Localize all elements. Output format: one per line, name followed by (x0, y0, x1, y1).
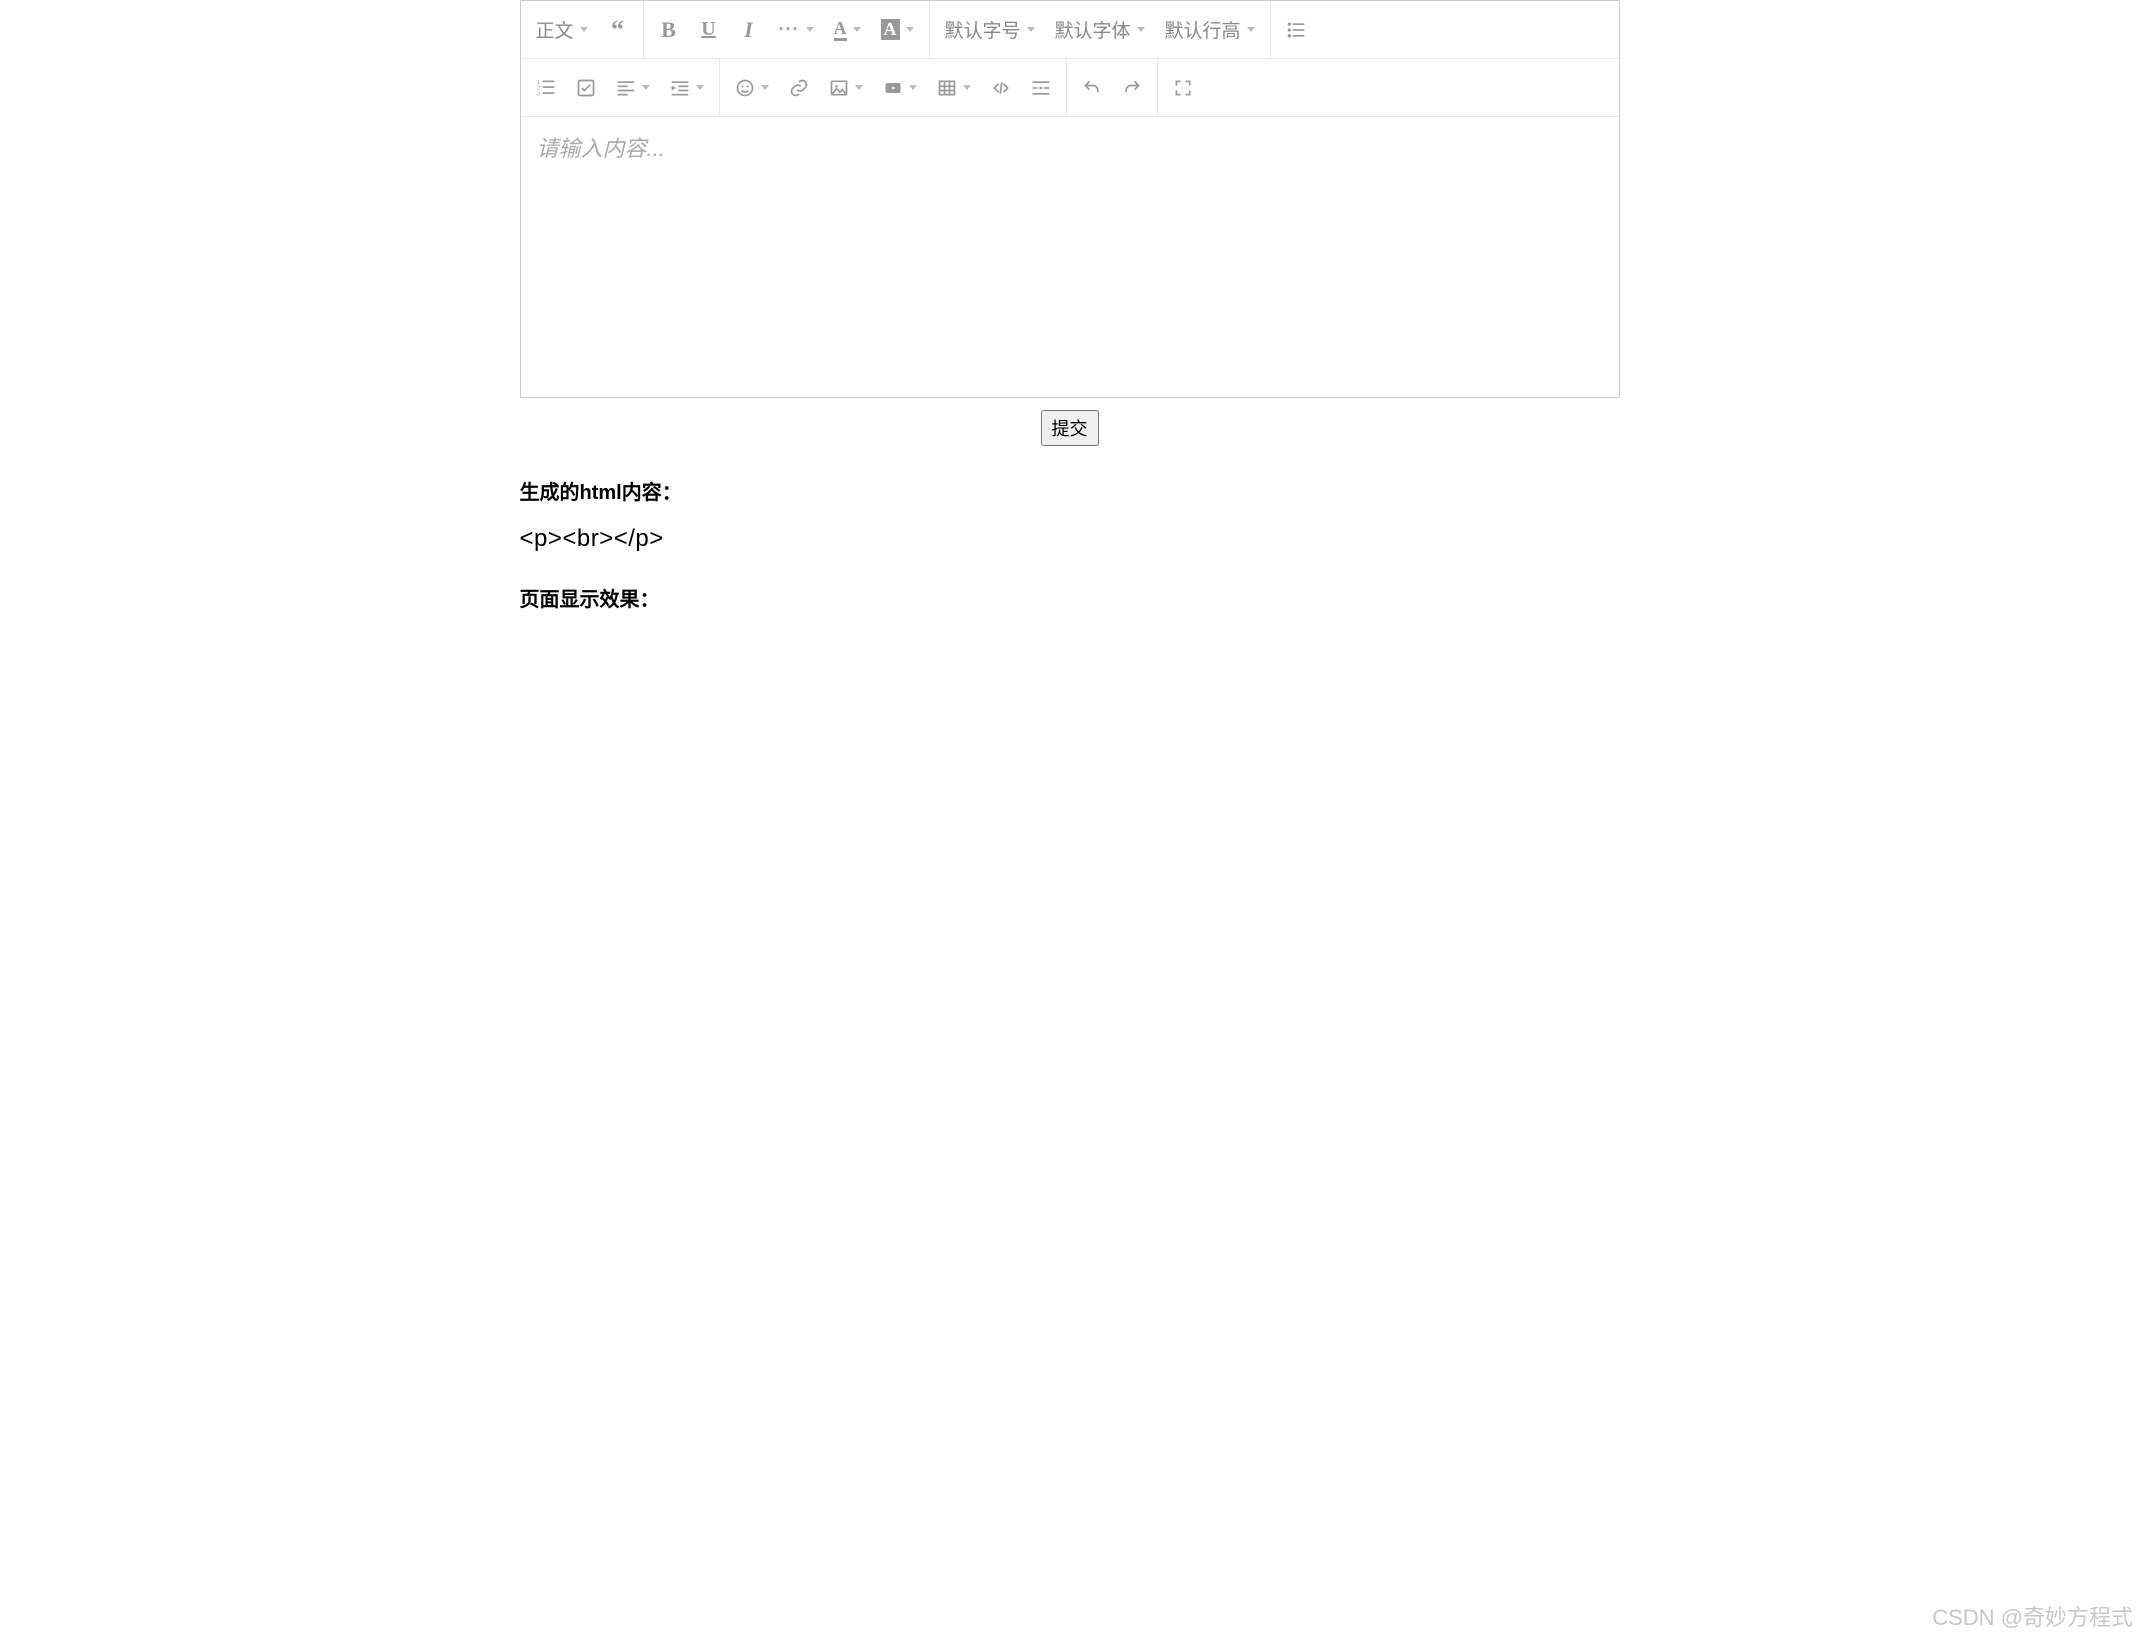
undo-button[interactable] (1072, 59, 1112, 116)
fullscreen-icon (1173, 78, 1193, 98)
chevron-down-icon (642, 85, 650, 90)
link-icon (789, 78, 809, 98)
chevron-down-icon (696, 85, 704, 90)
table-icon (937, 78, 957, 98)
chevron-down-icon (806, 27, 814, 32)
chevron-down-icon (1137, 27, 1145, 32)
more-styles-dropdown[interactable]: ··· (769, 1, 824, 58)
chevron-down-icon (853, 27, 861, 32)
chevron-down-icon (963, 85, 971, 90)
quote-icon: “ (611, 15, 624, 45)
editor-content-area[interactable]: 请输入内容... (521, 117, 1619, 397)
link-button[interactable] (779, 59, 819, 116)
todo-list-button[interactable] (566, 59, 606, 116)
italic-icon: I (744, 17, 753, 43)
highlight-color-icon: A (881, 19, 900, 41)
emoji-icon (735, 78, 755, 98)
video-dropdown[interactable] (873, 59, 927, 116)
fore-color-dropdown[interactable]: A (824, 1, 871, 58)
chevron-down-icon (855, 85, 863, 90)
heading-label: 正文 (536, 16, 574, 43)
indent-icon (670, 78, 690, 98)
line-height-dropdown[interactable]: 默认行高 (1155, 1, 1265, 58)
unordered-list-icon (1286, 20, 1306, 40)
more-icon: ··· (779, 19, 800, 40)
code-button[interactable] (981, 59, 1021, 116)
bold-button[interactable]: B (649, 1, 689, 58)
align-left-icon (616, 78, 636, 98)
blockquote-button[interactable]: “ (598, 1, 638, 58)
chevron-down-icon (906, 27, 914, 32)
toolbar-row-2: 123 (521, 59, 1619, 117)
toolbar-row-1: 正文 “ B U I ··· (521, 1, 1619, 59)
image-dropdown[interactable] (819, 59, 873, 116)
chevron-down-icon (761, 85, 769, 90)
back-color-dropdown[interactable]: A (871, 1, 924, 58)
bold-icon: B (661, 17, 676, 43)
redo-icon (1122, 78, 1142, 98)
emoji-dropdown[interactable] (725, 59, 779, 116)
code-icon (991, 78, 1011, 98)
chevron-down-icon (1027, 27, 1035, 32)
table-dropdown[interactable] (927, 59, 981, 116)
watermark: CSDN @奇妙方程式 (1932, 1600, 2133, 1632)
font-size-dropdown[interactable]: 默认字号 (935, 1, 1045, 58)
divider-button[interactable] (1021, 59, 1061, 116)
checkbox-icon (576, 78, 596, 98)
underline-button[interactable]: U (689, 1, 729, 58)
divider-icon (1031, 78, 1051, 98)
undo-icon (1082, 78, 1102, 98)
line-height-label: 默认行高 (1165, 16, 1241, 43)
submit-label: 提交 (1052, 419, 1088, 439)
unordered-list-button[interactable] (1276, 1, 1316, 58)
editor-placeholder: 请输入内容... (537, 136, 665, 161)
generated-html-heading: 生成的html内容： (520, 476, 1620, 505)
chevron-down-icon (909, 85, 917, 90)
generated-html-output: <p><br></p> (520, 525, 1620, 553)
font-family-dropdown[interactable]: 默认字体 (1045, 1, 1155, 58)
redo-button[interactable] (1112, 59, 1152, 116)
italic-button[interactable]: I (729, 1, 769, 58)
font-color-icon: A (834, 19, 847, 41)
page-render-heading: 页面显示效果： (520, 583, 1620, 612)
underline-icon: U (701, 18, 715, 41)
ordered-list-icon: 123 (536, 78, 556, 98)
fullscreen-button[interactable] (1163, 59, 1203, 116)
svg-text:3: 3 (536, 91, 539, 97)
font-size-label: 默认字号 (945, 16, 1021, 43)
video-icon (883, 78, 903, 98)
indent-dropdown[interactable] (660, 59, 714, 116)
ordered-list-button[interactable]: 123 (526, 59, 566, 116)
align-dropdown[interactable] (606, 59, 660, 116)
font-family-label: 默认字体 (1055, 16, 1131, 43)
chevron-down-icon (580, 27, 588, 32)
submit-button[interactable]: 提交 (1041, 410, 1099, 446)
image-icon (829, 78, 849, 98)
heading-dropdown[interactable]: 正文 (526, 1, 598, 58)
rich-text-editor: 正文 “ B U I ··· (520, 0, 1620, 398)
chevron-down-icon (1247, 27, 1255, 32)
